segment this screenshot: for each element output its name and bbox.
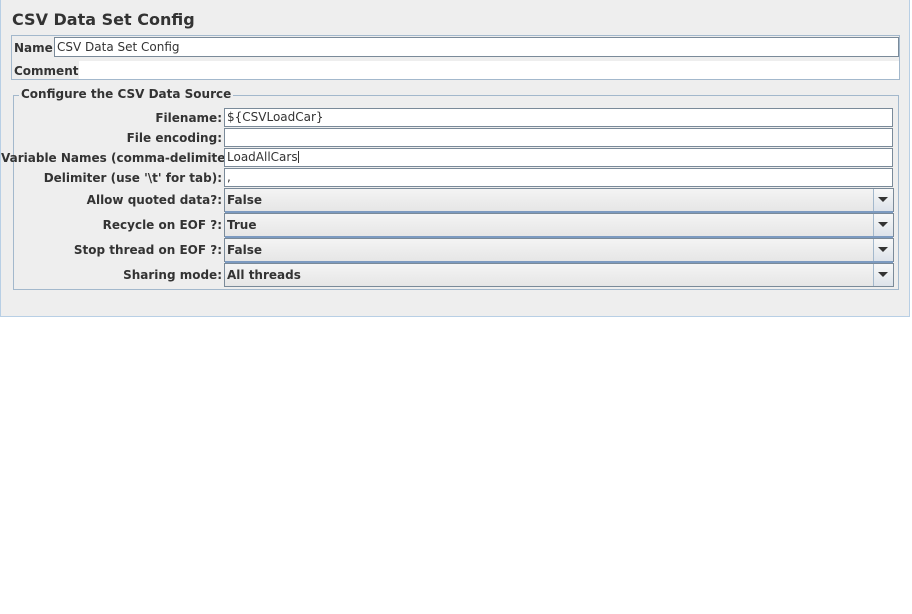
- sharing-mode-select[interactable]: All threads: [224, 263, 894, 287]
- sharing-mode-label: Sharing mode:: [123, 268, 222, 282]
- text-cursor: [297, 151, 299, 163]
- allow-quoted-dropdown-button[interactable]: [873, 189, 893, 211]
- variable-names-value: LoadAllCars: [227, 150, 298, 164]
- filename-field[interactable]: ${CSVLoadCar}: [224, 108, 893, 127]
- delimiter-field[interactable]: ,: [224, 168, 893, 187]
- recycle-eof-value: True: [227, 218, 257, 232]
- allow-quoted-value: False: [227, 193, 262, 207]
- config-panel: CSV Data Set Config Name: CSV Data Set C…: [0, 0, 910, 317]
- chevron-down-icon: [878, 197, 888, 202]
- variable-names-label: Variable Names (comma-delimited):: [1, 151, 245, 165]
- name-label: Name:: [14, 41, 58, 55]
- filename-label: Filename:: [155, 111, 222, 125]
- recycle-eof-select[interactable]: True: [224, 213, 894, 238]
- file-encoding-field[interactable]: [224, 128, 893, 147]
- stop-thread-label: Stop thread on EOF ?:: [73, 243, 222, 257]
- csv-source-group-title: Configure the CSV Data Source: [19, 87, 234, 101]
- stop-thread-value: False: [227, 243, 262, 257]
- delimiter-label: Delimiter (use '\t' for tab):: [43, 171, 222, 185]
- page-title: CSV Data Set Config: [12, 10, 195, 29]
- comments-field[interactable]: [79, 61, 899, 79]
- name-comments-box: Name: CSV Data Set Config Comments:: [11, 35, 900, 80]
- chevron-down-icon: [878, 247, 888, 252]
- allow-quoted-select[interactable]: False: [224, 188, 894, 213]
- stop-thread-dropdown-button[interactable]: [873, 239, 893, 261]
- file-encoding-label: File encoding:: [126, 131, 222, 145]
- allow-quoted-label: Allow quoted data?:: [86, 193, 222, 207]
- chevron-down-icon: [878, 222, 888, 227]
- sharing-mode-value: All threads: [227, 268, 301, 282]
- sharing-mode-dropdown-button[interactable]: [873, 264, 893, 286]
- chevron-down-icon: [878, 272, 888, 277]
- variable-names-field[interactable]: LoadAllCars: [224, 148, 893, 167]
- name-field[interactable]: CSV Data Set Config: [54, 37, 899, 57]
- recycle-eof-label: Recycle on EOF ?:: [102, 218, 222, 232]
- recycle-eof-dropdown-button[interactable]: [873, 214, 893, 236]
- stop-thread-select[interactable]: False: [224, 238, 894, 263]
